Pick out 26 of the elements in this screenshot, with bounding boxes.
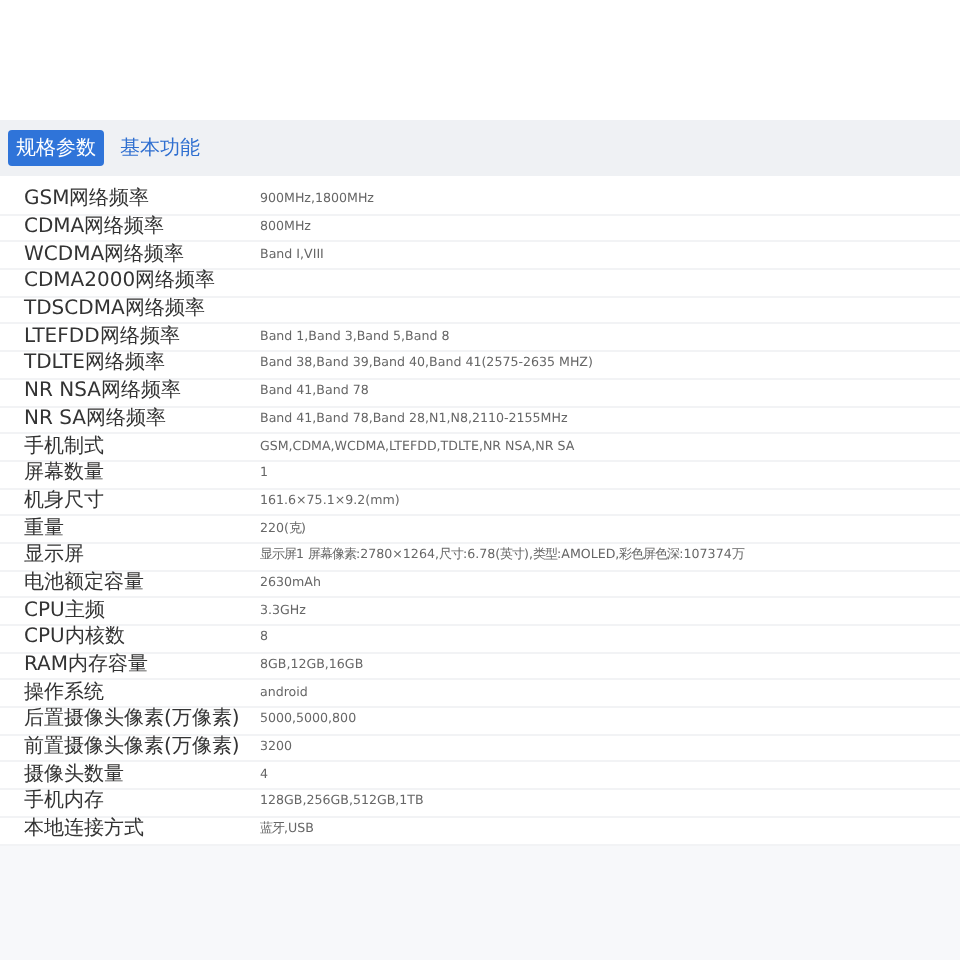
spec-label: 重量 <box>22 517 66 542</box>
spec-label: NR NSA网络频率 <box>22 380 183 405</box>
spec-label: NR SA网络频率 <box>22 407 168 432</box>
spec-label: RAM内存容量 <box>22 654 151 679</box>
spec-label: 屏幕数量 <box>22 462 106 487</box>
spec-label: 摄像头数量 <box>22 763 126 788</box>
spec-label: TDLTE网络频率 <box>22 352 167 377</box>
tab[interactable]: 规格参数 <box>8 130 104 166</box>
spec-label: 后置摄像头像素(万像素) <box>22 708 242 733</box>
spec-label: CDMA2000网络频率 <box>22 270 218 295</box>
spec-label: 本地连接方式 <box>22 818 146 843</box>
spec-label: GSM网络频率 <box>22 188 152 213</box>
spec-label: TDSCDMA网络频率 <box>22 298 207 323</box>
spec-label: 手机内存 <box>22 790 106 815</box>
spec-label: CDMA网络频率 <box>22 216 167 241</box>
spec-label: 机身尺寸 <box>22 489 106 514</box>
spec-label: 显示屏 <box>22 544 86 569</box>
spec-label: 前置摄像头像素(万像素) <box>22 736 242 761</box>
spec-label: LTEFDD网络频率 <box>22 325 182 350</box>
spec-label: 电池额定容量 <box>22 571 146 596</box>
spec-label: CPU主频 <box>22 599 107 624</box>
spec-label: 手机制式 <box>22 435 106 460</box>
spec-label: 操作系统 <box>22 681 106 706</box>
tab[interactable]: 基本功能 <box>112 130 208 166</box>
spec-label: CPU内核数 <box>22 626 127 651</box>
spec-label: WCDMA网络频率 <box>22 243 187 268</box>
